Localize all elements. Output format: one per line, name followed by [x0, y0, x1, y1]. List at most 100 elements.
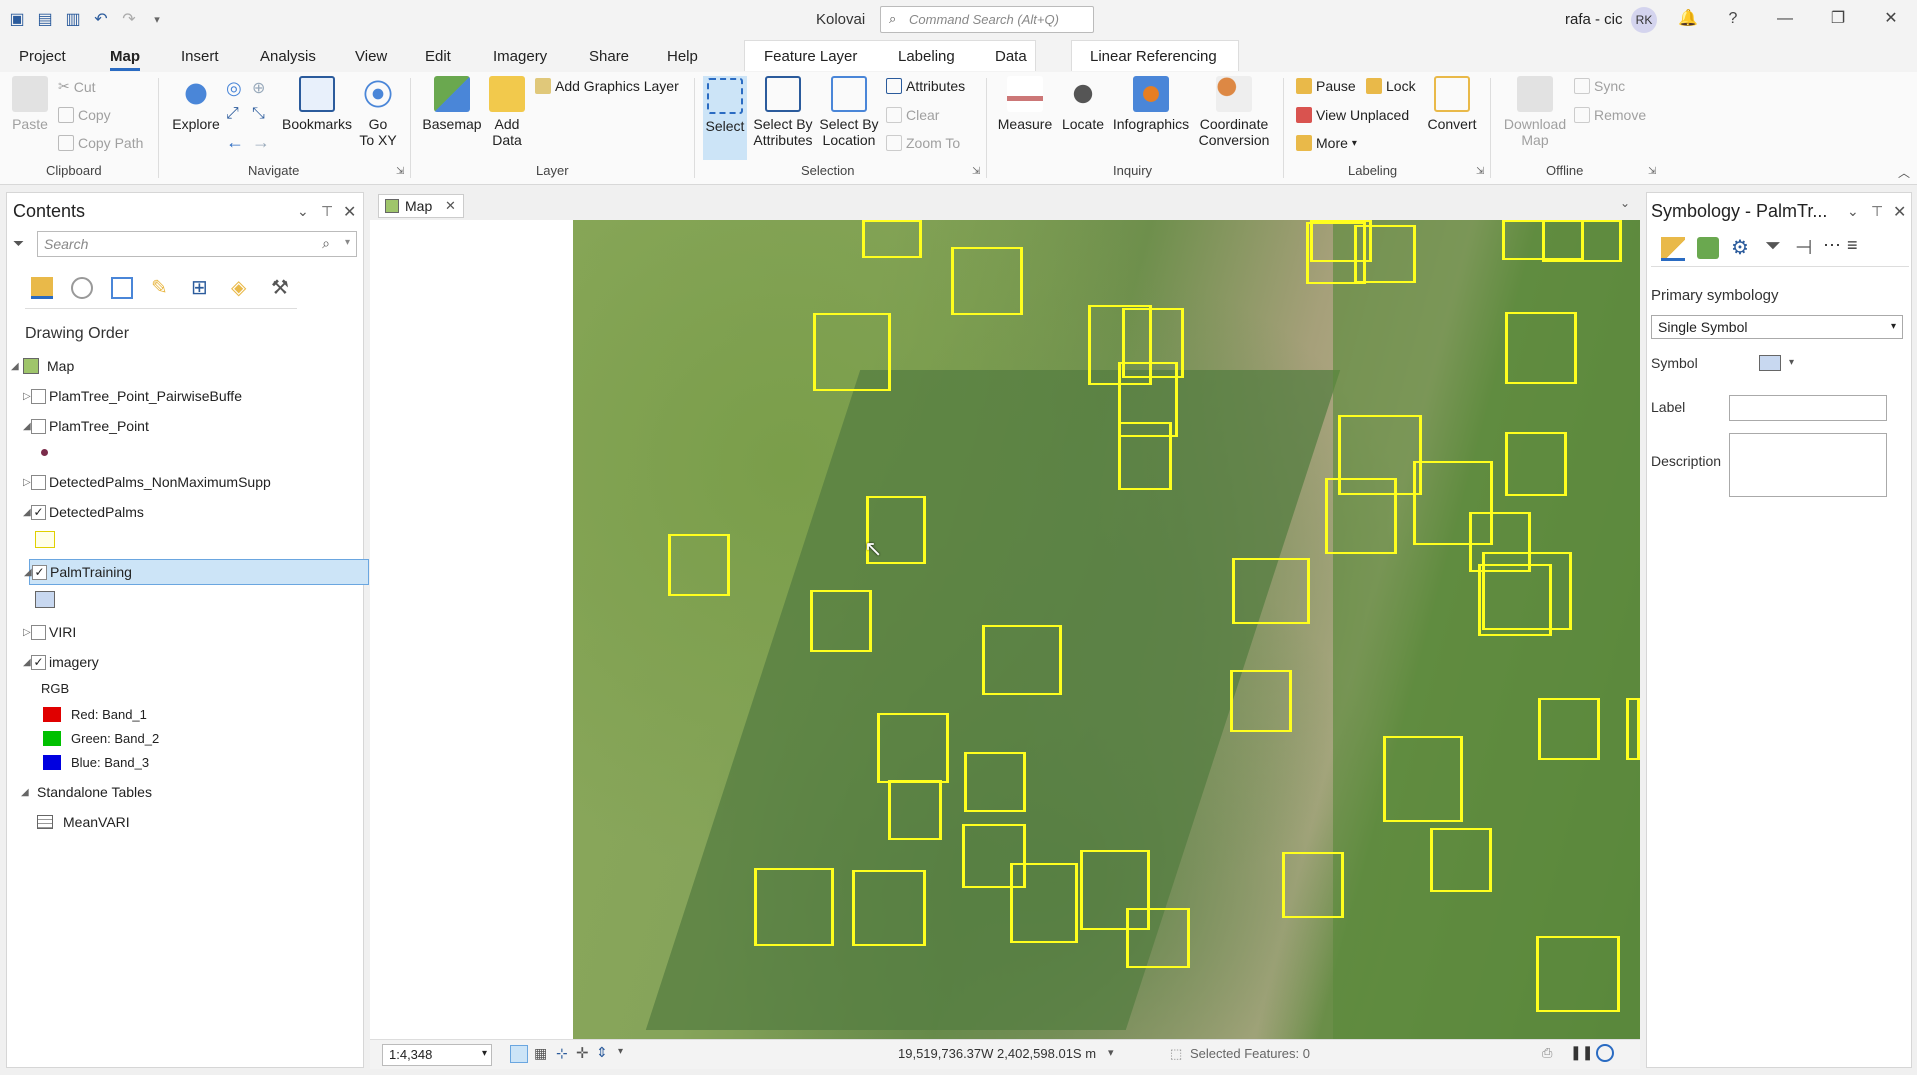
- remove-offline-button[interactable]: Remove: [1574, 107, 1646, 123]
- convert-labels-button[interactable]: Convert: [1422, 76, 1482, 132]
- undo-icon[interactable]: ↶: [90, 8, 112, 30]
- select-by-location-button[interactable]: Select By Location: [818, 76, 880, 148]
- expand-icon[interactable]: ▷: [23, 477, 31, 488]
- go-to-xy-button[interactable]: Go To XY: [358, 76, 398, 148]
- minimize-icon[interactable]: —: [1770, 6, 1800, 32]
- scale-select[interactable]: 1:4,348 ▾: [382, 1044, 492, 1066]
- pane-options-icon[interactable]: ⌄: [297, 203, 309, 220]
- select-button[interactable]: Select: [703, 76, 747, 160]
- palm-bbox[interactable]: [964, 752, 1026, 812]
- tab-project[interactable]: Project: [19, 45, 66, 71]
- notifications-icon[interactable]: 🔔: [1673, 6, 1703, 32]
- polygon-symbol-icon[interactable]: [35, 531, 55, 548]
- save-icon[interactable]: ▥: [62, 8, 84, 30]
- table-meanvari[interactable]: MeanVARI: [7, 809, 363, 835]
- point-symbol-icon[interactable]: [41, 449, 48, 456]
- filter-icon[interactable]: ⏷: [13, 235, 24, 252]
- palm-bbox[interactable]: [888, 780, 942, 840]
- polygon-symbol-icon[interactable]: [35, 591, 55, 608]
- refresh-view-icon[interactable]: [1596, 1044, 1614, 1062]
- tab-help[interactable]: Help: [667, 45, 698, 71]
- clear-selection-button[interactable]: Clear: [886, 107, 939, 123]
- blue-band-swatch[interactable]: [43, 755, 61, 770]
- pause-drawing-icon[interactable]: ❚❚: [1570, 1044, 1593, 1061]
- palm-bbox[interactable]: [1354, 225, 1416, 283]
- standalone-tables-group[interactable]: ◢ Standalone Tables: [7, 779, 363, 805]
- palm-bbox[interactable]: [1430, 828, 1492, 892]
- chevron-down-icon[interactable]: ▾: [618, 1046, 623, 1057]
- filter-symbology-icon[interactable]: ⏷: [1765, 235, 1781, 258]
- close-pane-icon[interactable]: ✕: [343, 202, 356, 222]
- layer-detectedpalms-nonmaximumsupp[interactable]: ▷ DetectedPalms_NonMaximumSupp: [7, 469, 363, 495]
- customize-qat-icon[interactable]: ▾: [146, 8, 168, 30]
- navigate-launcher-icon[interactable]: ⇲: [396, 166, 404, 177]
- primary-symbology-icon[interactable]: [1661, 237, 1685, 261]
- description-input[interactable]: [1729, 433, 1887, 497]
- previous-extent-icon[interactable]: ←: [226, 132, 244, 153]
- tab-analysis[interactable]: Analysis: [260, 45, 316, 71]
- drawing-order-icon[interactable]: [31, 277, 53, 299]
- palm-bbox[interactable]: [1282, 852, 1344, 918]
- snapping-icon[interactable]: ⊞: [191, 275, 208, 300]
- tab-data[interactable]: Data: [995, 45, 1027, 71]
- selection-launcher-icon[interactable]: ⇲: [972, 166, 980, 177]
- offline-launcher-icon[interactable]: ⇲: [1648, 166, 1656, 177]
- palm-bbox[interactable]: [1118, 422, 1172, 490]
- bookmarks-button[interactable]: Bookmarks: [280, 76, 354, 132]
- expand-icon[interactable]: ▷: [23, 391, 31, 402]
- close-window-icon[interactable]: ✕: [1876, 6, 1906, 32]
- palm-bbox[interactable]: [852, 870, 926, 946]
- palm-bbox[interactable]: [1325, 478, 1397, 554]
- layer-viri[interactable]: ▷ VIRI: [7, 619, 363, 645]
- palm-bbox[interactable]: [1010, 863, 1078, 943]
- user-name[interactable]: rafa - cic: [1565, 11, 1623, 28]
- layer-palmtraining[interactable]: ◢ ✓ PalmTraining: [24, 559, 369, 585]
- copy-path-button[interactable]: Copy Path: [58, 135, 143, 151]
- symbology-type-select[interactable]: Single Symbol ▾: [1651, 315, 1903, 339]
- pin-icon[interactable]: ⊤: [321, 203, 333, 220]
- paste-button[interactable]: Paste: [10, 76, 50, 132]
- layer-plamtree-point-pairwisebuffer[interactable]: ▷ PlamTree_Point_PairwiseBuffe: [7, 383, 363, 409]
- chevron-down-icon[interactable]: ▾: [1789, 357, 1794, 368]
- sync-button[interactable]: Sync: [1574, 78, 1625, 94]
- tab-edit[interactable]: Edit: [425, 45, 451, 71]
- palm-bbox[interactable]: [951, 247, 1023, 315]
- red-band-swatch[interactable]: [43, 707, 61, 722]
- palm-bbox[interactable]: [754, 868, 834, 946]
- palm-bbox[interactable]: [982, 625, 1062, 695]
- palm-bbox[interactable]: [1505, 312, 1577, 384]
- collapse-icon[interactable]: ◢: [24, 567, 32, 578]
- full-extent-icon[interactable]: ◎: [226, 78, 242, 99]
- layer-detectedpalms[interactable]: ◢ ✓ DetectedPalms: [7, 499, 363, 525]
- palm-bbox[interactable]: [1536, 936, 1620, 1012]
- tab-feature-layer[interactable]: Feature Layer: [764, 45, 857, 71]
- download-map-button[interactable]: Download Map: [1500, 76, 1570, 148]
- labeling-view-icon[interactable]: ◈: [231, 275, 246, 300]
- palm-bbox[interactable]: [813, 313, 891, 391]
- zoom-in-fixed-icon[interactable]: ⤢: [226, 105, 239, 123]
- green-band-swatch[interactable]: [43, 731, 61, 746]
- grid-icon[interactable]: [510, 1045, 528, 1063]
- view-unplaced-button[interactable]: View Unplaced: [1296, 107, 1409, 123]
- help-icon[interactable]: ?: [1718, 6, 1748, 32]
- tab-labeling[interactable]: Labeling: [898, 45, 955, 71]
- palm-bbox[interactable]: [877, 713, 949, 783]
- palm-bbox[interactable]: [1232, 558, 1310, 624]
- expand-icon[interactable]: ▷: [23, 627, 31, 638]
- visibility-checkbox[interactable]: ✓: [32, 564, 47, 580]
- collapse-icon[interactable]: ◢: [23, 657, 31, 668]
- palm-bbox[interactable]: [1383, 736, 1463, 822]
- pause-labeling-button[interactable]: Pause: [1296, 78, 1356, 94]
- measure-button[interactable]: Measure: [996, 76, 1054, 132]
- basemap-button[interactable]: Basemap: [420, 76, 484, 132]
- map-view[interactable]: ↖: [370, 220, 1640, 1039]
- tab-linear-referencing[interactable]: Linear Referencing: [1090, 45, 1217, 71]
- palm-bbox[interactable]: [1538, 698, 1600, 760]
- visibility-checkbox[interactable]: ✓: [31, 504, 46, 520]
- restore-icon[interactable]: ❐: [1823, 6, 1853, 32]
- symbol-layer-drawing-icon[interactable]: ⚙: [1731, 235, 1749, 260]
- palm-bbox[interactable]: [810, 590, 872, 652]
- label-input[interactable]: [1729, 395, 1887, 421]
- visibility-checkbox[interactable]: [31, 388, 46, 404]
- command-search-input[interactable]: ⌕ Command Search (Alt+Q): [880, 6, 1094, 33]
